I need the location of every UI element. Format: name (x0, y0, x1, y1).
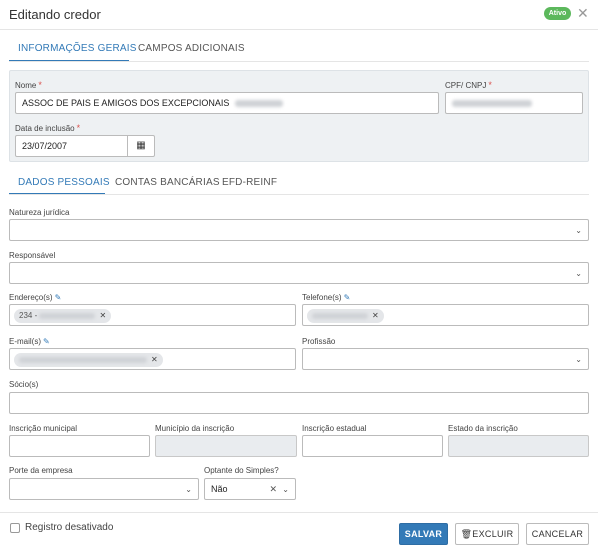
pencil-icon[interactable]: ✎ (344, 293, 351, 302)
porte-label: Porte da empresa (9, 466, 73, 475)
redacted-text (312, 312, 368, 319)
email-chip: ✕ (14, 353, 163, 367)
responsavel-label: Responsável (9, 251, 56, 260)
telefone-field[interactable]: ✕ (302, 304, 589, 326)
close-icon[interactable]: ✕ (577, 5, 589, 21)
registro-desativado-checkbox[interactable] (10, 523, 20, 533)
optante-label: Optante do Simples? (204, 466, 279, 475)
cancel-button[interactable]: CANCELAR (526, 523, 589, 545)
optante-select[interactable]: Não ✕ ⌄ (204, 478, 296, 500)
porte-select[interactable]: ⌄ (9, 478, 199, 500)
email-field[interactable]: ✕ (9, 348, 296, 370)
telefone-chip: ✕ (307, 309, 384, 323)
profissao-select[interactable]: ⌄ (302, 348, 589, 370)
subtabs-divider (9, 194, 589, 195)
socios-field[interactable] (9, 392, 589, 414)
profissao-label: Profissão (302, 337, 336, 346)
name-label: Nome * (15, 80, 42, 90)
save-button[interactable]: SALVAR (399, 523, 448, 545)
tab-contas-bancarias[interactable]: CONTAS BANCÁRIAS (115, 177, 220, 188)
header-divider (0, 29, 598, 30)
date-field[interactable]: 23/07/2007 ▦ (15, 135, 155, 157)
tab-dados-pessoais[interactable]: DADOS PESSOAIS (18, 177, 110, 188)
responsavel-select[interactable]: ⌄ (9, 262, 589, 284)
tabs-divider (9, 61, 589, 62)
date-label: Data de inclusão * (15, 123, 81, 133)
chevron-down-icon: ⌄ (575, 355, 582, 364)
pencil-icon[interactable]: ✎ (55, 293, 62, 302)
clear-icon[interactable]: ✕ (269, 479, 277, 499)
remove-icon[interactable]: ✕ (99, 311, 106, 320)
telefone-label: Telefone(s) ✎ (302, 293, 351, 302)
dialog-title: Editando credor (9, 7, 101, 22)
natureza-label: Natureza jurídica (9, 208, 70, 217)
cpf-label: CPF/ CNPJ * (445, 80, 492, 90)
chevron-down-icon: ⌄ (575, 226, 582, 235)
inscricao-municipal-field[interactable] (9, 435, 150, 457)
estado-inscricao-field (448, 435, 589, 457)
natureza-select[interactable]: ⌄ (9, 219, 589, 241)
inscricao-estadual-label: Inscrição estadual (302, 424, 367, 433)
cpf-cnpj-field[interactable] (445, 92, 583, 114)
endereco-label: Endereço(s) ✎ (9, 293, 62, 302)
tab-efd-reinf[interactable]: EFD-REINF (222, 177, 277, 188)
redacted-text (234, 100, 283, 108)
tab-campos-adicionais[interactable]: CAMPOS ADICIONAIS (138, 43, 245, 54)
trash-icon: 🗑 (460, 529, 473, 539)
municipio-inscricao-label: Município da inscrição (155, 424, 235, 433)
chevron-down-icon: ⌄ (575, 269, 582, 278)
redacted-text (39, 312, 96, 319)
socios-label: Sócio(s) (9, 380, 39, 389)
inscricao-municipal-label: Inscrição municipal (9, 424, 78, 433)
chevron-down-icon: ⌄ (282, 485, 289, 494)
inscricao-estadual-field[interactable] (302, 435, 443, 457)
delete-button[interactable]: 🗑EXCLUIR (455, 523, 519, 545)
email-label: E-mail(s) ✎ (9, 337, 50, 346)
chevron-down-icon: ⌄ (185, 485, 192, 494)
municipio-inscricao-field (155, 435, 297, 457)
status-badge: Ativo (544, 7, 571, 20)
remove-icon[interactable]: ✕ (372, 311, 379, 320)
calendar-icon[interactable]: ▦ (127, 136, 154, 156)
tab-informacoes-gerais[interactable]: INFORMAÇÕES GERAIS (18, 43, 137, 54)
registro-desativado-label: Registro desativado (25, 522, 114, 533)
redacted-text (452, 100, 532, 108)
pencil-icon[interactable]: ✎ (43, 337, 50, 346)
redacted-text (19, 356, 147, 363)
footer-divider (0, 512, 598, 513)
remove-icon[interactable]: ✕ (151, 355, 158, 364)
name-field[interactable]: ASSOC DE PAIS E AMIGOS DOS EXCEPCIONAIS (15, 92, 439, 114)
endereco-chip: 234 - ✕ (14, 309, 112, 323)
endereco-field[interactable]: 234 - ✕ (9, 304, 296, 326)
estado-inscricao-label: Estado da inscrição (448, 424, 518, 433)
